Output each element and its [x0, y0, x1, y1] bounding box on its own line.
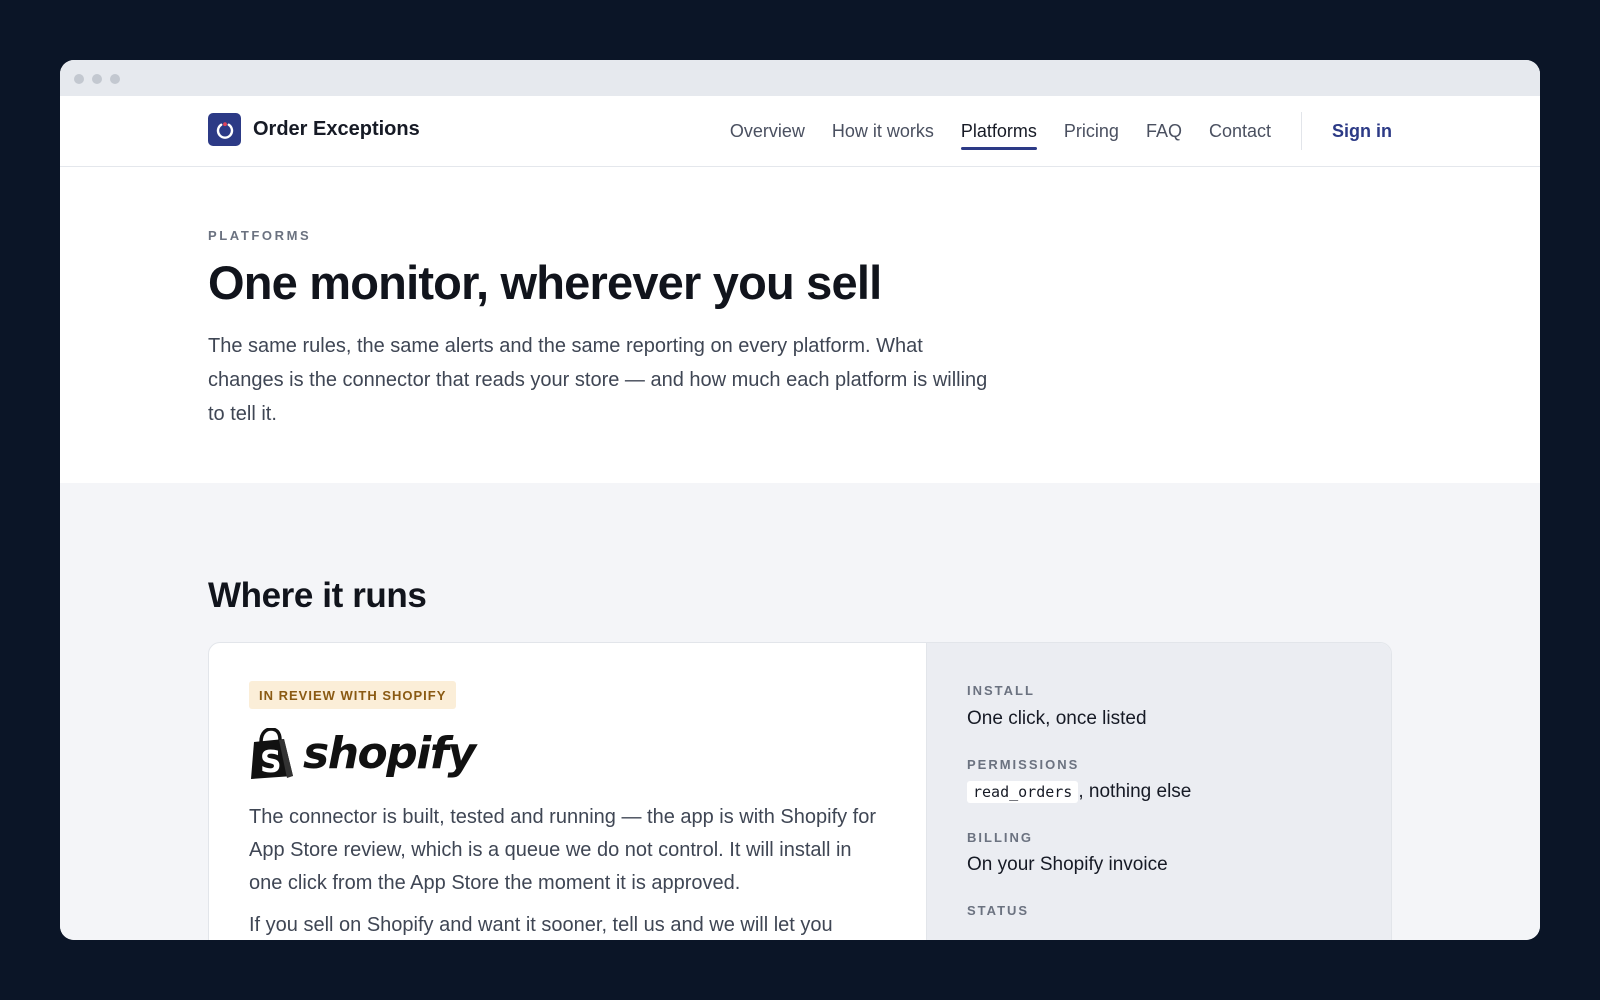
platform-card-body-2: If you sell on Shopify and want it soone… [249, 914, 833, 936]
window-dot-icon[interactable] [110, 74, 120, 84]
permissions-label: PERMISSIONS [967, 757, 1080, 772]
sign-in-link[interactable]: Sign in [1332, 121, 1392, 142]
hero: PLATFORMS One monitor, wherever you sell… [60, 167, 1540, 484]
window-dot-icon[interactable] [92, 74, 102, 84]
permissions-code: read_orders [967, 781, 1079, 803]
permissions-rest: , nothing else [1078, 781, 1192, 802]
nav-link-faq[interactable]: FAQ [1146, 96, 1182, 166]
svg-text:S: S [260, 745, 282, 780]
platform-card-body: The connector is built, tested and runni… [249, 806, 877, 894]
nav-link-contact[interactable]: Contact [1209, 96, 1271, 166]
permissions-value: read_orders, nothing else [967, 781, 1191, 803]
brand-name: Order Exceptions [253, 118, 420, 140]
window-dot-icon[interactable] [74, 74, 84, 84]
nav-links: Overview How it works Platforms Pricing … [703, 96, 1392, 166]
billing-value: On your Shopify invoice [967, 854, 1168, 875]
window-chrome [60, 60, 1540, 96]
nav-link-overview[interactable]: Overview [730, 96, 805, 166]
nav-divider [1301, 112, 1302, 150]
hero-eyebrow: PLATFORMS [208, 228, 312, 243]
brand[interactable]: Order Exceptions [208, 113, 420, 146]
status-badge: IN REVIEW WITH SHOPIFY [249, 681, 457, 709]
browser-window: Order Exceptions Overview How it works P… [60, 60, 1540, 940]
nav-link-pricing[interactable]: Pricing [1064, 96, 1119, 166]
nav-link-how-it-works[interactable]: How it works [832, 96, 934, 166]
platform-card-main: IN REVIEW WITH SHOPIFY S shopify The con… [209, 643, 926, 940]
platform-card-meta: INSTALL One click, once listed PERMISSIO… [926, 643, 1391, 940]
section-title: Where it runs [208, 576, 427, 615]
platform-card-shopify: IN REVIEW WITH SHOPIFY S shopify The con… [208, 642, 1392, 940]
hero-description: The same rules, the same alerts and the … [208, 335, 988, 425]
shopify-bag-icon: S [251, 728, 293, 780]
nav-link-platforms[interactable]: Platforms [960, 96, 1037, 166]
status-label: STATUS [967, 903, 1030, 918]
install-label: INSTALL [967, 683, 1035, 698]
billing-label: BILLING [967, 830, 1033, 845]
logo-icon [208, 113, 241, 146]
install-value: One click, once listed [967, 708, 1147, 729]
shopify-logo: S shopify [249, 728, 476, 780]
shopify-wordmark: shopify [303, 728, 476, 779]
page-title: One monitor, wherever you sell [208, 256, 882, 309]
where-it-runs-section: Where it runs IN REVIEW WITH SHOPIFY S s… [60, 483, 1540, 940]
top-nav: Order Exceptions Overview How it works P… [60, 96, 1540, 167]
